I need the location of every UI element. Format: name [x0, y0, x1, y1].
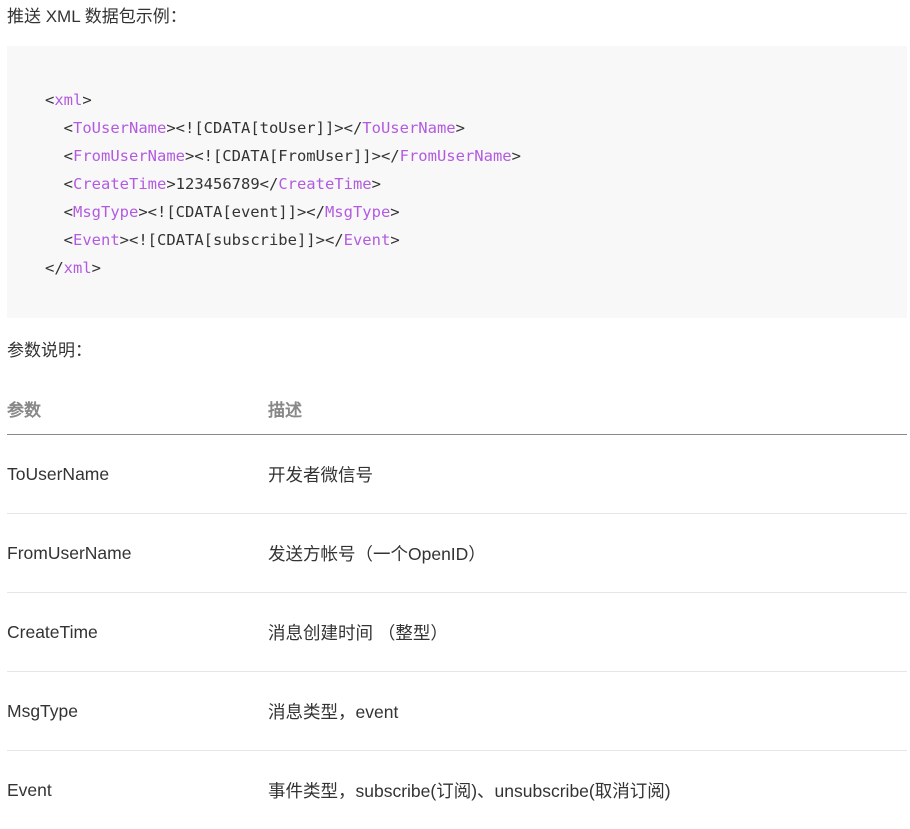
param-description: 发送方帐号（一个OpenID） — [268, 514, 907, 593]
table-row: FromUserName 发送方帐号（一个OpenID） — [7, 514, 907, 593]
intro-text: 推送 XML 数据包示例： — [7, 4, 187, 30]
param-description: 消息创建时间 （整型） — [268, 593, 907, 672]
code-text: > — [92, 259, 101, 277]
table-row: MsgType 消息类型，event — [7, 672, 907, 751]
code-text: < — [45, 203, 73, 221]
code-text: >123456789</ — [166, 175, 278, 193]
code-line: <Event><![CDATA[subscribe]]></Event> — [45, 226, 907, 254]
code-tag-name: FromUserName — [400, 147, 512, 165]
code-line: <FromUserName><![CDATA[FromUser]]></From… — [45, 142, 907, 170]
code-line: <CreateTime>123456789</CreateTime> — [45, 170, 907, 198]
table-row: CreateTime 消息创建时间 （整型） — [7, 593, 907, 672]
code-text: > — [372, 175, 381, 193]
code-tag-name: CreateTime — [73, 175, 166, 193]
code-tag-name: xml — [54, 91, 82, 109]
param-name: MsgType — [7, 672, 268, 751]
code-text: < — [45, 175, 73, 193]
table-row: ToUserName 开发者微信号 — [7, 435, 907, 514]
table-header-row: 参数 描述 — [7, 382, 907, 435]
code-text: ><![CDATA[event]]></ — [138, 203, 325, 221]
code-line: <MsgType><![CDATA[event]]></MsgType> — [45, 198, 907, 226]
code-text: > — [456, 119, 465, 137]
code-text: < — [45, 147, 73, 165]
table-row: Event 事件类型，subscribe(订阅)、unsubscribe(取消订… — [7, 751, 907, 829]
code-tag-name: ToUserName — [73, 119, 166, 137]
code-text: > — [390, 203, 399, 221]
header-param: 参数 — [7, 382, 268, 435]
code-tag-name: Event — [344, 231, 391, 249]
param-name: CreateTime — [7, 593, 268, 672]
code-text: ><![CDATA[toUser]]></ — [166, 119, 362, 137]
code-text: > — [390, 231, 399, 249]
code-tag-name: Event — [73, 231, 120, 249]
code-text: ><![CDATA[subscribe]]></ — [120, 231, 344, 249]
code-text: > — [82, 91, 91, 109]
param-description: 开发者微信号 — [268, 435, 907, 514]
code-line: </xml> — [45, 254, 907, 282]
code-text: < — [45, 231, 73, 249]
code-text: < — [45, 119, 73, 137]
param-name: Event — [7, 751, 268, 829]
param-name: FromUserName — [7, 514, 268, 593]
code-block: <xml> <ToUserName><![CDATA[toUser]]></To… — [7, 46, 907, 318]
code-tag-name: FromUserName — [73, 147, 185, 165]
params-table: 参数 描述 ToUserName 开发者微信号 FromUserName 发送方… — [7, 382, 907, 829]
header-description: 描述 — [268, 382, 907, 435]
code-tag-name: MsgType — [325, 203, 390, 221]
code-tag-name: MsgType — [73, 203, 138, 221]
param-description: 事件类型，subscribe(订阅)、unsubscribe(取消订阅) — [268, 751, 907, 829]
code-text: > — [512, 147, 521, 165]
code-text: </ — [45, 259, 64, 277]
code-line: <ToUserName><![CDATA[toUser]]></ToUserNa… — [45, 114, 907, 142]
code-tag-name: ToUserName — [362, 119, 455, 137]
param-description: 消息类型，event — [268, 672, 907, 751]
code-tag-name: CreateTime — [278, 175, 371, 193]
params-label: 参数说明： — [7, 338, 92, 364]
code-tag-name: xml — [64, 259, 92, 277]
code-text: ><![CDATA[FromUser]]></ — [185, 147, 400, 165]
code-text: < — [45, 91, 54, 109]
code-line: <xml> — [45, 86, 907, 114]
param-name: ToUserName — [7, 435, 268, 514]
